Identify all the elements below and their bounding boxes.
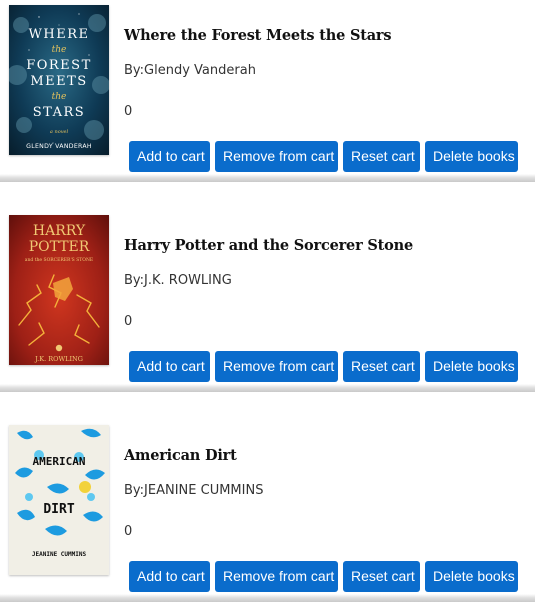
book-cover: WHERE the FOREST MEETS the STARS a novel… xyxy=(9,5,109,155)
book-cover: HARRY POTTER and the SORCERER'S STONE J.… xyxy=(9,215,109,365)
book-card: HARRY POTTER and the SORCERER'S STONE J.… xyxy=(0,210,535,392)
svg-text:the: the xyxy=(52,45,67,55)
cart-count: 0 xyxy=(124,524,133,539)
svg-text:FOREST: FOREST xyxy=(26,58,92,73)
svg-text:AMERICAN: AMERICAN xyxy=(33,455,86,468)
book-author: By:J.K. ROWLING xyxy=(124,273,232,288)
book-title: Where the Forest Meets the Stars xyxy=(124,27,392,44)
reset-cart-button[interactable]: Reset cart xyxy=(343,141,420,172)
book-cover-image: WHERE the FOREST MEETS the STARS a novel… xyxy=(9,5,109,155)
svg-text:the: the xyxy=(52,92,67,102)
delete-books-button[interactable]: Delete books xyxy=(425,141,518,172)
svg-text:JEANINE CUMMINS: JEANINE CUMMINS xyxy=(32,551,87,558)
book-title: American Dirt xyxy=(124,447,237,464)
cart-count: 0 xyxy=(124,314,133,329)
book-author: By:Glendy Vanderah xyxy=(124,63,256,78)
add-to-cart-button[interactable]: Add to cart xyxy=(129,141,210,172)
remove-from-cart-button[interactable]: Remove from cart xyxy=(215,141,338,172)
reset-cart-button[interactable]: Reset cart xyxy=(343,561,420,592)
book-list: WHERE the FOREST MEETS the STARS a novel… xyxy=(0,0,535,603)
svg-text:J.K. ROWLING: J.K. ROWLING xyxy=(34,355,83,363)
add-to-cart-button[interactable]: Add to cart xyxy=(129,351,210,382)
book-card: WHERE the FOREST MEETS the STARS a novel… xyxy=(0,0,535,182)
book-actions: Add to cart Remove from cart Reset cart … xyxy=(129,561,518,592)
svg-text:DIRT: DIRT xyxy=(43,502,74,517)
svg-text:POTTER: POTTER xyxy=(29,239,90,255)
svg-text:and the SORCERER'S STONE: and the SORCERER'S STONE xyxy=(25,257,93,263)
svg-text:WHERE: WHERE xyxy=(29,27,90,42)
book-cover-image: HARRY POTTER and the SORCERER'S STONE J.… xyxy=(9,215,109,365)
svg-text:STARS: STARS xyxy=(33,105,85,120)
delete-books-button[interactable]: Delete books xyxy=(425,351,518,382)
remove-from-cart-button[interactable]: Remove from cart xyxy=(215,561,338,592)
book-cover-image: AMERICAN DIRT JEANINE CUMMINS xyxy=(9,425,109,575)
book-actions: Add to cart Remove from cart Reset cart … xyxy=(129,141,518,172)
book-actions: Add to cart Remove from cart Reset cart … xyxy=(129,351,518,382)
svg-text:GLENDY VANDERAH: GLENDY VANDERAH xyxy=(26,143,92,150)
book-cover: AMERICAN DIRT JEANINE CUMMINS xyxy=(9,425,109,575)
cart-count: 0 xyxy=(124,104,133,119)
svg-text:MEETS: MEETS xyxy=(30,74,87,89)
svg-text:a novel: a novel xyxy=(50,129,69,135)
book-author: By:JEANINE CUMMINS xyxy=(124,483,264,498)
remove-from-cart-button[interactable]: Remove from cart xyxy=(215,351,338,382)
reset-cart-button[interactable]: Reset cart xyxy=(343,351,420,382)
delete-books-button[interactable]: Delete books xyxy=(425,561,518,592)
add-to-cart-button[interactable]: Add to cart xyxy=(129,561,210,592)
book-card: AMERICAN DIRT JEANINE CUMMINS American D… xyxy=(0,420,535,602)
svg-text:HARRY: HARRY xyxy=(33,223,86,239)
book-title: Harry Potter and the Sorcerer Stone xyxy=(124,237,413,254)
